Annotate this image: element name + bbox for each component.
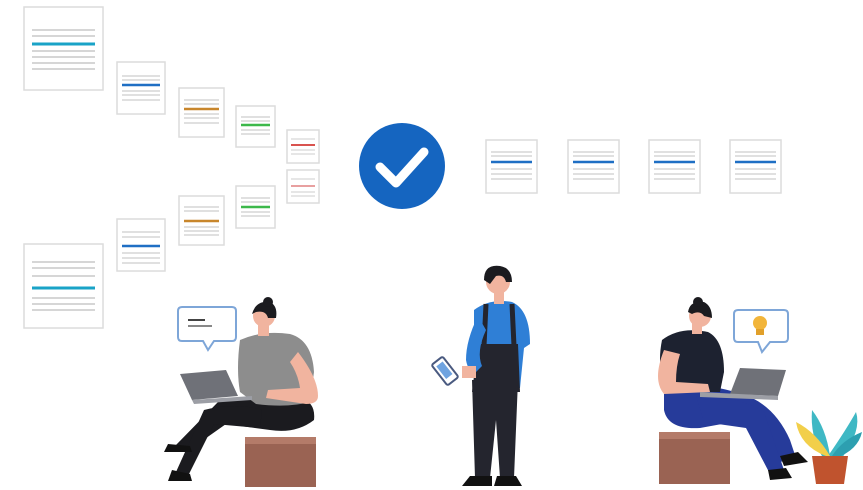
lightbulb-bubble-icon xyxy=(733,309,789,354)
approved-document xyxy=(648,139,701,194)
workflow-illustration xyxy=(23,6,862,487)
document-card xyxy=(178,87,225,138)
smartphone-icon xyxy=(431,356,459,386)
document-card xyxy=(23,243,104,329)
potted-plant xyxy=(796,410,862,484)
document-card xyxy=(235,185,276,229)
document-card xyxy=(286,129,320,164)
document-card xyxy=(235,105,276,148)
document-card xyxy=(116,61,166,115)
document-card xyxy=(178,195,225,246)
check-badge xyxy=(359,123,445,209)
stool xyxy=(659,432,730,484)
document-card xyxy=(286,169,320,204)
approved-document xyxy=(567,139,620,194)
approved-document xyxy=(729,139,782,194)
chat-bubble-icon xyxy=(177,306,237,352)
approved-document xyxy=(485,139,538,194)
person-center xyxy=(431,265,530,486)
plant-pot xyxy=(812,456,848,484)
document-card xyxy=(23,6,104,91)
stool xyxy=(245,437,316,487)
document-card xyxy=(116,218,166,272)
